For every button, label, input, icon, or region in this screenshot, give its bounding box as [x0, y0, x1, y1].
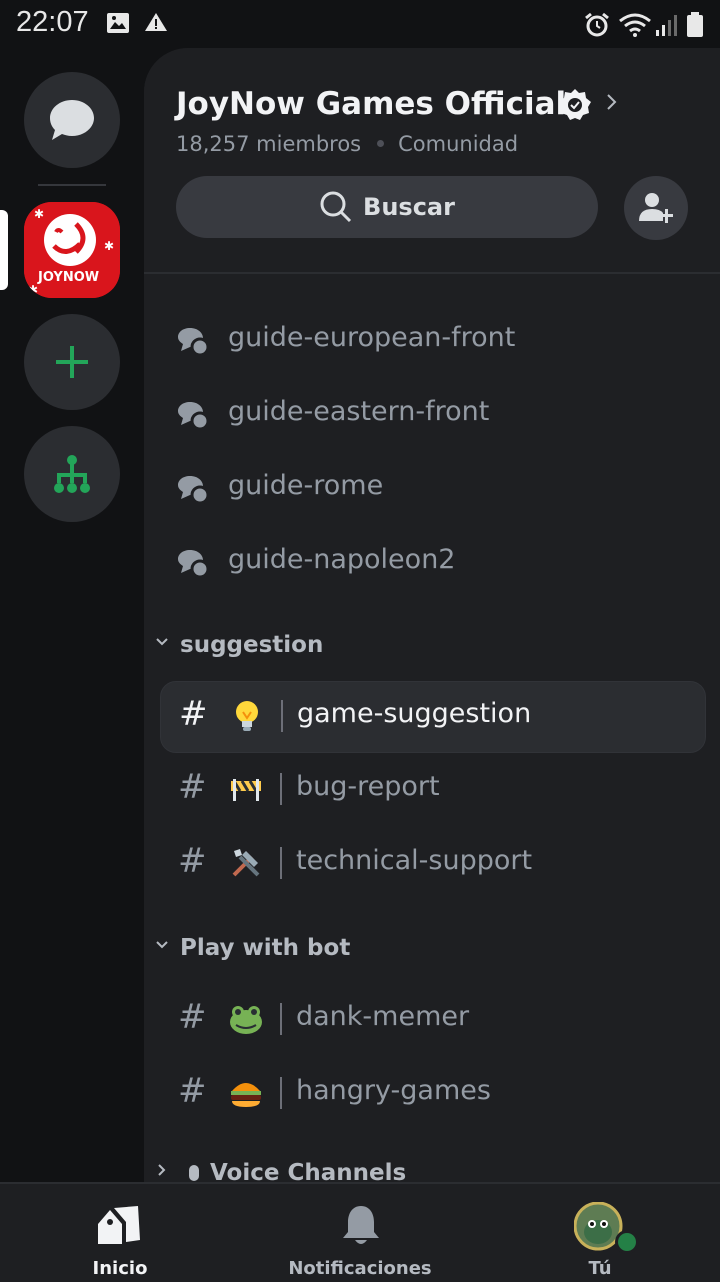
server-rail: ✱ ✱ ✱ JOYNOW	[0, 48, 144, 1182]
selected-server-indicator	[0, 210, 8, 290]
channel-name: guide-rome	[228, 470, 384, 501]
direct-messages-button[interactable]	[24, 72, 120, 168]
channel-name: game-suggestion	[297, 698, 532, 729]
search-label: Buscar	[363, 193, 455, 221]
burger-emoji-icon	[231, 1083, 261, 1107]
avatar	[574, 1202, 639, 1254]
status-time: 22:07	[16, 6, 89, 38]
hash-icon: #	[178, 997, 207, 1037]
rail-separator	[38, 184, 106, 186]
image-notification-icon	[107, 13, 129, 33]
channel-name: guide-european-front	[228, 322, 516, 353]
battery-icon	[687, 12, 703, 37]
channel-bug-report[interactable]: # bug-report	[160, 755, 704, 825]
joynow-logo: ✱ ✱ ✱ JOYNOW	[24, 202, 120, 298]
wifi-icon	[619, 13, 651, 37]
alarm-icon	[585, 12, 609, 37]
category-label: suggestion	[180, 632, 324, 658]
nav-label: Tú	[588, 1258, 612, 1279]
server-type: Comunidad	[398, 132, 519, 156]
tools-emoji-icon	[232, 849, 260, 877]
svg-text:✱: ✱	[34, 207, 44, 221]
status-bar: 22:07	[0, 0, 720, 48]
channel-name: guide-napoleon2	[228, 544, 456, 575]
signal-icon	[656, 15, 677, 36]
channel-guide-european-front[interactable]: guide-european-front	[160, 306, 704, 376]
nav-home[interactable]: Inicio	[40, 1184, 200, 1282]
hub-tree-icon	[54, 455, 90, 493]
invite-members-button[interactable]	[624, 176, 688, 240]
separator	[280, 1077, 282, 1109]
forum-icon	[178, 402, 210, 430]
nav-label: Inicio	[92, 1258, 148, 1279]
forum-icon	[178, 476, 210, 504]
server-name[interactable]: JoyNow Games Official	[176, 86, 566, 122]
chevron-down-icon	[156, 941, 168, 949]
separator	[281, 700, 283, 732]
category-label: Play with bot	[180, 935, 351, 961]
separator	[280, 773, 282, 805]
forum-icon	[178, 328, 210, 356]
logo-text: JOYNOW	[37, 270, 99, 285]
separator	[280, 847, 282, 879]
svg-text:✱: ✱	[104, 239, 114, 253]
discover-servers-button[interactable]	[24, 426, 120, 522]
chevron-right-icon	[158, 1164, 166, 1176]
channel-dank-memer[interactable]: # dank-memer	[160, 985, 704, 1055]
channel-panel: guide-gwww2 guide-european-front guide-e…	[144, 48, 720, 1182]
search-icon	[320, 191, 352, 223]
lightbulb-emoji-icon	[236, 701, 258, 731]
online-status-icon	[618, 1233, 636, 1251]
hash-icon: #	[178, 841, 207, 881]
channel-name: bug-report	[296, 771, 440, 802]
chat-bubble-icon	[50, 100, 94, 140]
channel-guide-napoleon2[interactable]: guide-napoleon2	[160, 528, 704, 598]
server-header: JoyNow Games Official 18,257 miembros Com…	[144, 48, 720, 274]
channel-technical-support[interactable]: # technical-support	[160, 829, 704, 899]
home-icon	[98, 1206, 140, 1244]
separator	[280, 1003, 282, 1035]
hash-icon: #	[179, 694, 208, 734]
nav-notifications[interactable]: Notificaciones	[280, 1184, 440, 1282]
category-label: Voice Channels	[210, 1160, 407, 1182]
member-count: 18,257 miembros	[176, 132, 362, 156]
chevron-right-icon[interactable]	[604, 92, 620, 112]
channel-name: dank-memer	[296, 1001, 470, 1032]
bell-icon	[343, 1206, 379, 1244]
chevron-down-icon	[156, 638, 168, 646]
plus-icon	[56, 346, 88, 378]
bottom-nav: Inicio Notificaciones Tú	[0, 1182, 720, 1282]
barrier-emoji-icon	[231, 779, 261, 801]
channel-name: hangry-games	[296, 1075, 491, 1106]
hash-icon: #	[178, 767, 207, 807]
frog-emoji-icon	[230, 1006, 262, 1034]
warning-notification-icon	[145, 13, 167, 31]
nav-label: Notificaciones	[288, 1258, 432, 1279]
svg-text:✱: ✱	[28, 283, 38, 297]
channel-game-suggestion[interactable]: # game-suggestion	[160, 681, 706, 753]
server-icon-joynow[interactable]: ✱ ✱ ✱ JOYNOW	[24, 202, 120, 298]
nav-you[interactable]: Tú	[520, 1184, 680, 1282]
channel-guide-rome[interactable]: guide-rome	[160, 454, 704, 524]
add-server-button[interactable]	[24, 314, 120, 410]
hash-icon: #	[178, 1071, 207, 1111]
search-button[interactable]: Buscar	[176, 176, 598, 238]
add-user-icon	[639, 193, 673, 223]
channel-name: guide-eastern-front	[228, 396, 490, 427]
partner-badge-icon	[559, 89, 591, 120]
server-meta: 18,257 miembros Comunidad	[176, 132, 518, 156]
channel-hangry-games[interactable]: # hangry-games	[160, 1059, 704, 1129]
channel-guide-eastern-front[interactable]: guide-eastern-front	[160, 380, 704, 450]
microphone-icon	[189, 1165, 199, 1181]
channel-name: technical-support	[296, 845, 533, 876]
forum-icon	[178, 550, 210, 578]
